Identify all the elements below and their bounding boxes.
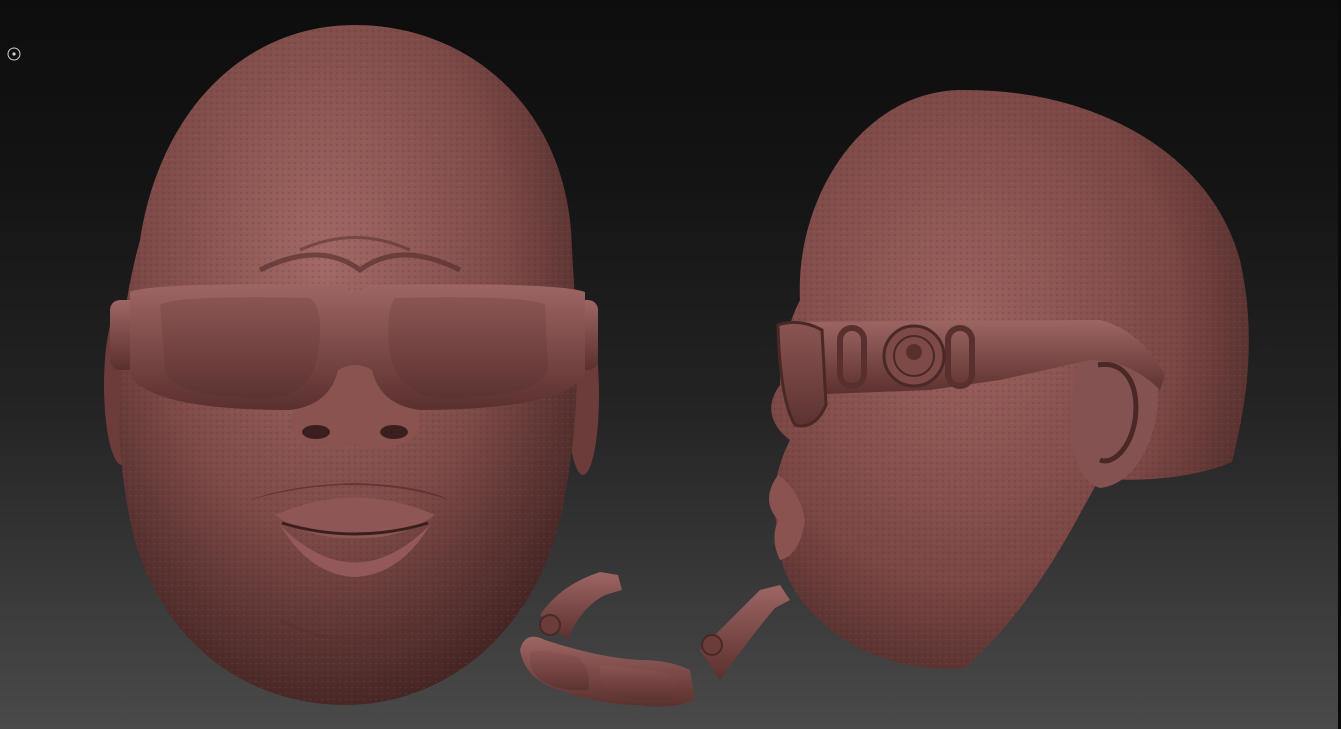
front-head-sculpt[interactable] xyxy=(104,25,599,705)
scene-render[interactable] xyxy=(0,0,1341,729)
sculpt-viewport[interactable] xyxy=(0,0,1341,729)
side-head-sculpt[interactable] xyxy=(769,89,1249,669)
sunglasses-sculpt[interactable] xyxy=(520,572,790,707)
